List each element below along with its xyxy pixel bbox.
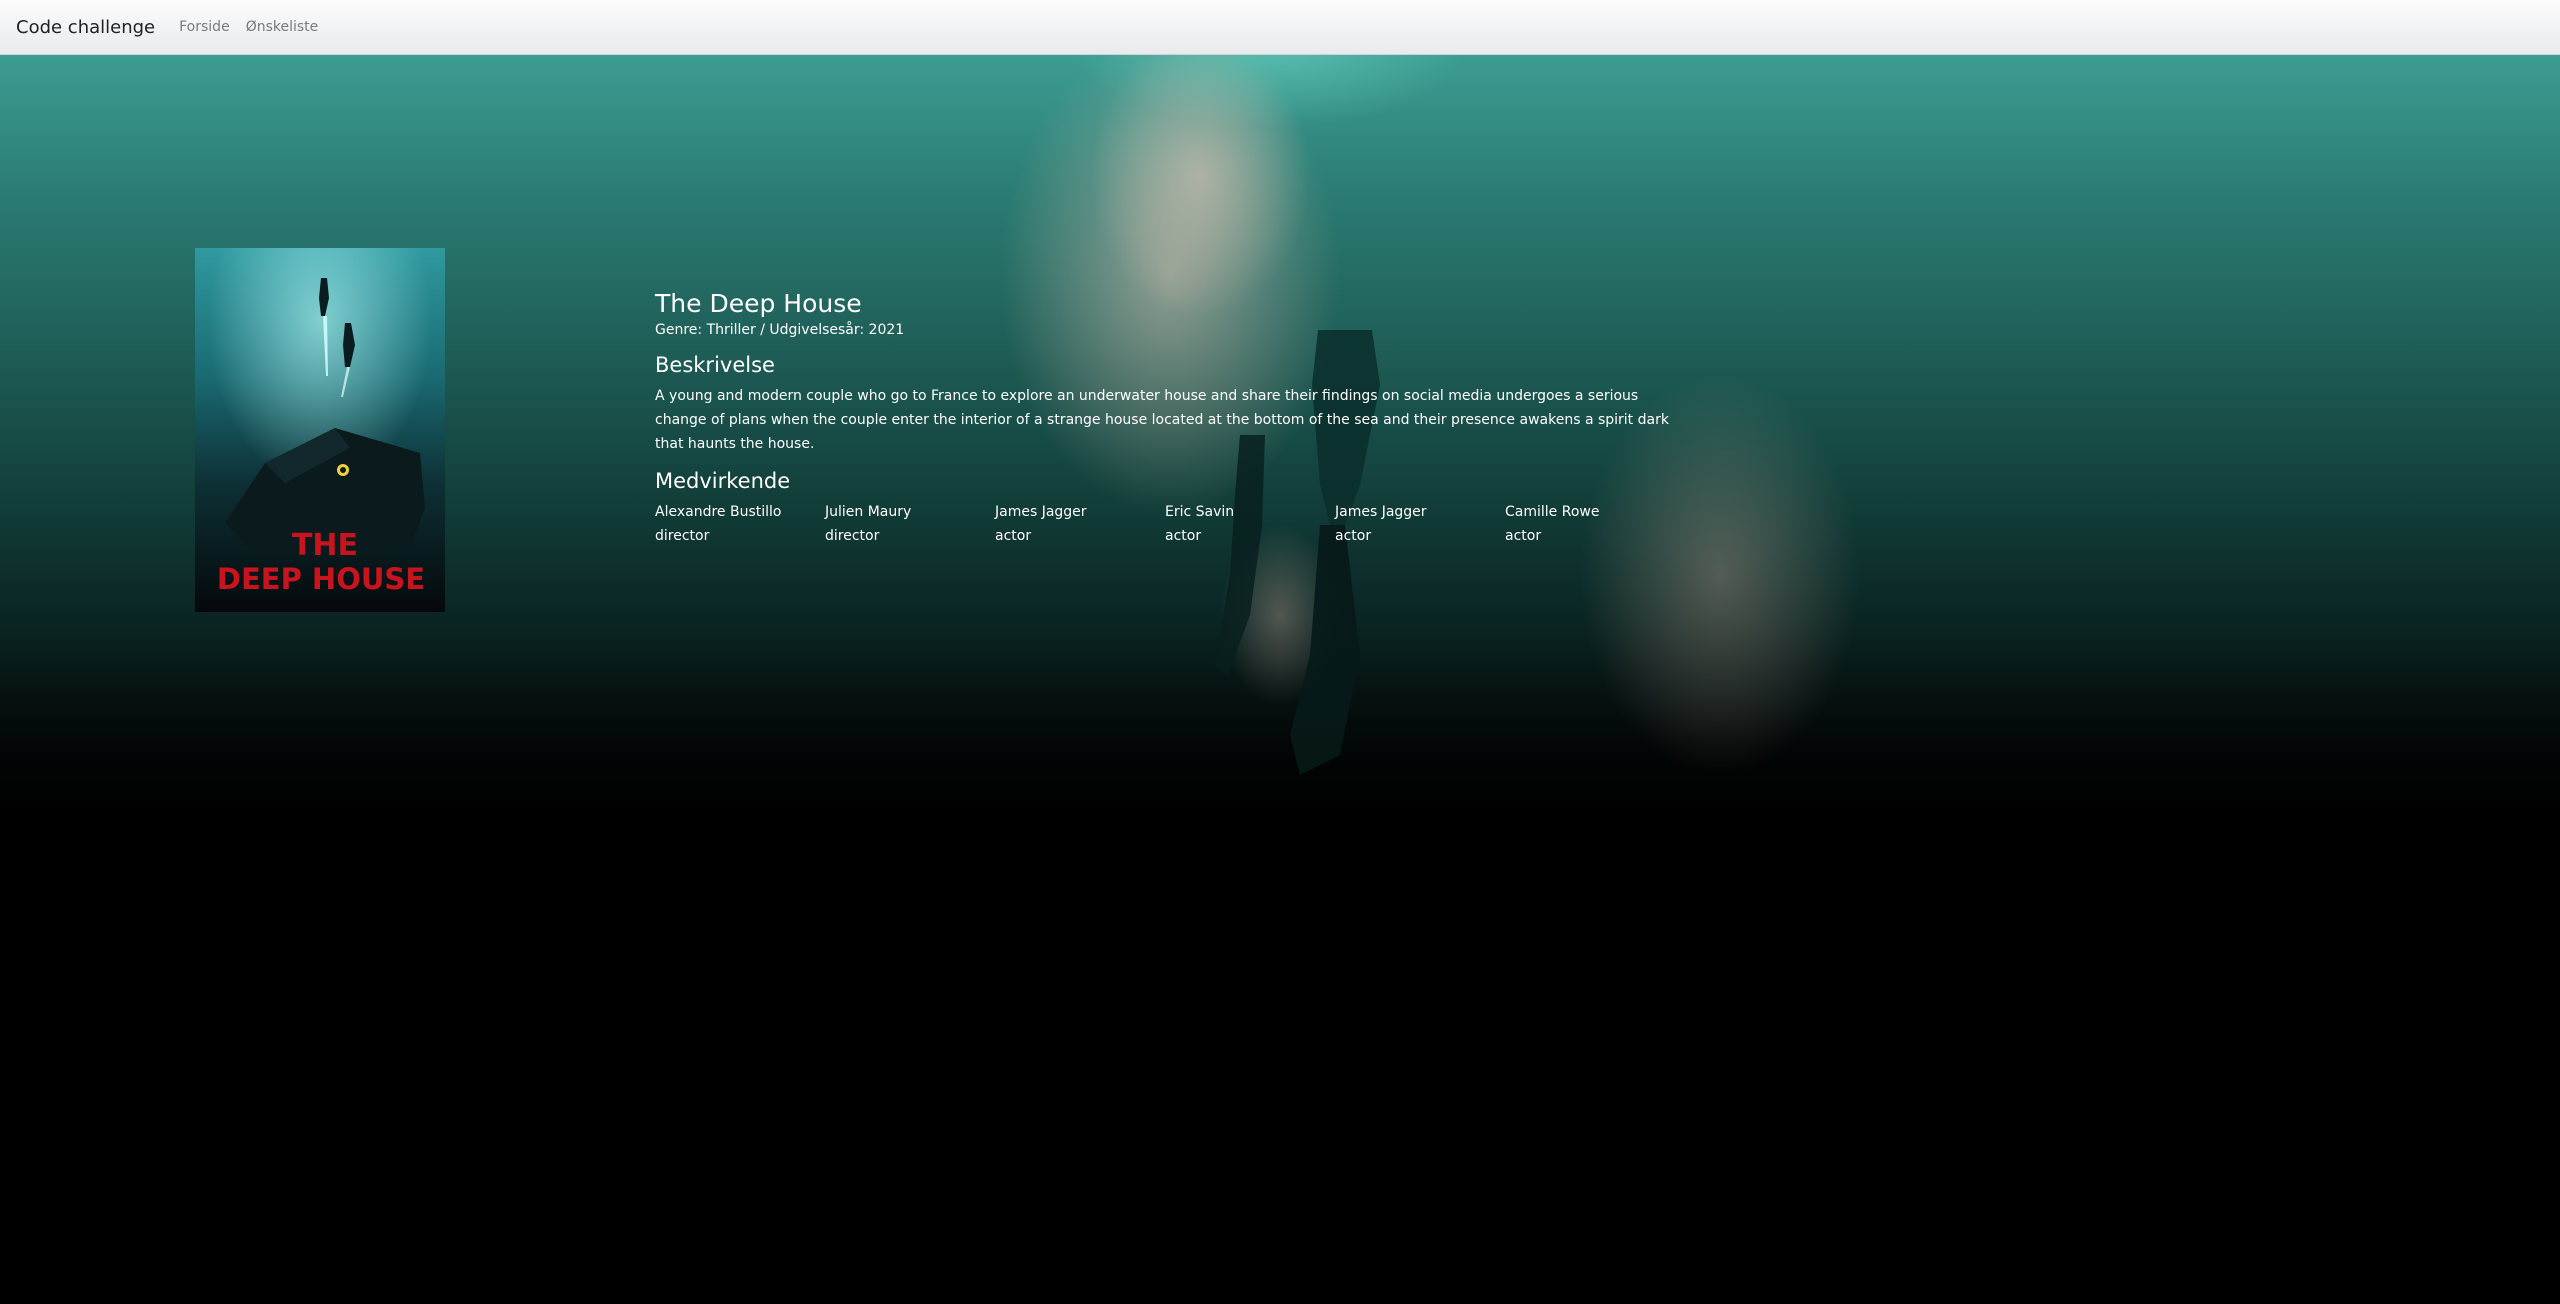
poster-title-line1: THE [292, 528, 358, 563]
movie-description: A young and modern couple who go to Fran… [655, 388, 1669, 452]
brand-link[interactable]: Code challenge [16, 17, 155, 38]
cast-role: actor [1165, 528, 1202, 544]
cast-name: Camille Rowe [1505, 504, 1600, 520]
cast-member: James Jagger actor [995, 500, 1165, 548]
cast-role: director [825, 528, 880, 544]
description-heading: Beskrivelse [655, 353, 775, 377]
nav-link-onskeliste[interactable]: Ønskeliste [246, 19, 319, 35]
cast-member: Julien Maury director [825, 500, 995, 548]
cast-member: Alexandre Bustillo director [655, 500, 825, 548]
cast-role: actor [1335, 528, 1372, 544]
cast-member: Camille Rowe actor [1505, 500, 1675, 548]
cast-name: James Jagger [995, 504, 1087, 520]
movie-poster: THE DEEP HOUSE [195, 248, 445, 612]
top-navbar: Code challenge Forside Ønskeliste [0, 0, 2560, 55]
movie-title: The Deep House [655, 289, 862, 318]
poster-title-line2: DEEP HOUSE [217, 562, 425, 596]
cast-role: actor [1505, 528, 1542, 544]
cast-name: Julien Maury [825, 504, 912, 520]
cast-name: James Jagger [1335, 504, 1427, 520]
cast-role: actor [995, 528, 1032, 544]
cast-list: Alexandre Bustillo director Julien Maury… [655, 500, 1675, 548]
cast-name: Alexandre Bustillo [655, 504, 782, 520]
cast-role: director [655, 528, 710, 544]
nav-link-forside[interactable]: Forside [179, 19, 230, 35]
movie-details: The Deep House Genre: Thriller / Udgivel… [655, 288, 1675, 548]
movie-hero: THE DEEP HOUSE The Deep House Genre: Thr… [0, 55, 2560, 1304]
movie-meta: Genre: Thriller / Udgivelsesår: 2021 [655, 322, 905, 338]
cast-member: Eric Savin actor [1165, 500, 1335, 548]
cast-member: James Jagger actor [1335, 500, 1505, 548]
cast-heading: Medvirkende [655, 469, 791, 493]
cast-name: Eric Savin [1165, 504, 1235, 520]
